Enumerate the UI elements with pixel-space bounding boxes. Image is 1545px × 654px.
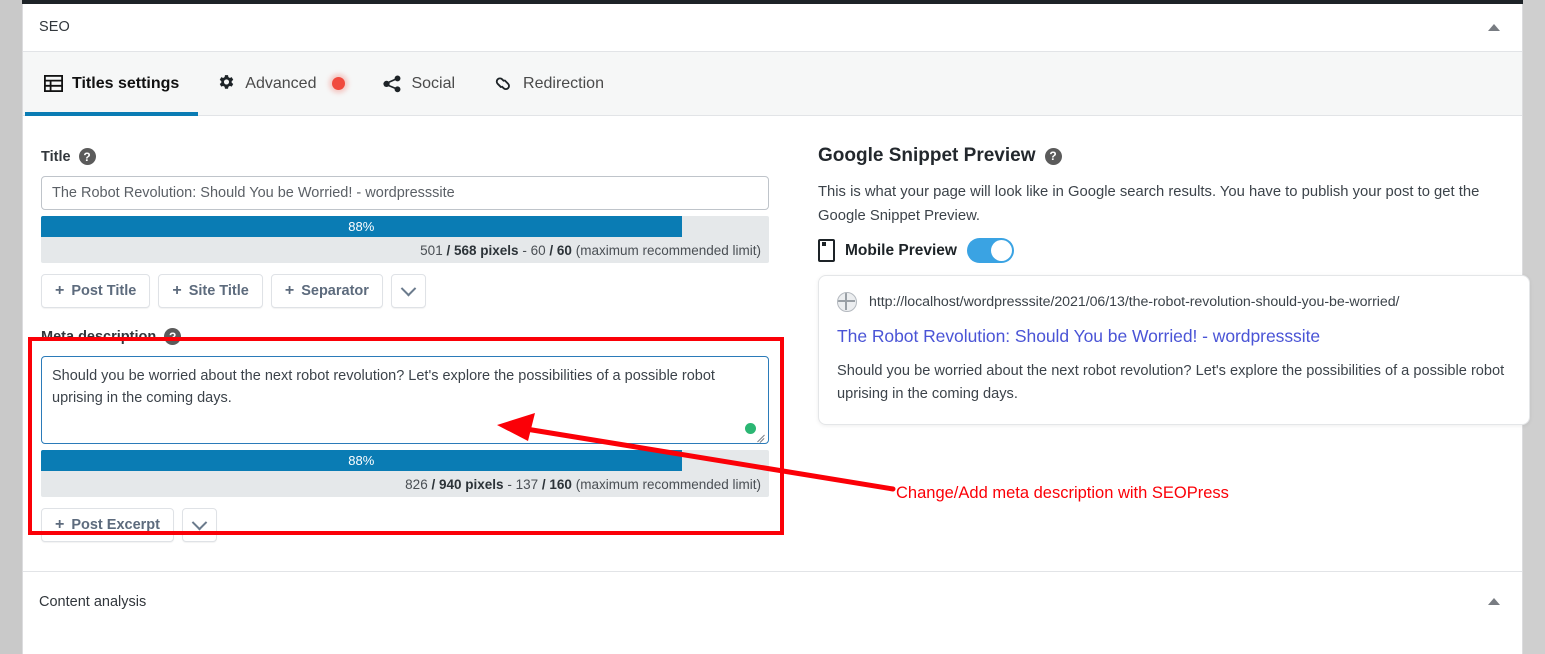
seo-metabox-panel: SEO Titles settings Advanced Social Redi… xyxy=(22,4,1530,654)
metabox-body: Title ? 88% 501 / 568 pixels - 60 xyxy=(23,116,1530,571)
more-meta-tags-button[interactable] xyxy=(182,508,217,542)
snippet-description: Should you be worried about the next rob… xyxy=(837,363,1505,402)
title-meter-counts: 501 / 568 pixels - 60 / 60 (maximum reco… xyxy=(420,242,761,258)
meta-length-status-dot xyxy=(745,423,756,434)
page-gutter-left xyxy=(0,0,22,654)
google-snippet-card: http://localhost/wordpresssite/2021/06/1… xyxy=(818,275,1530,425)
notification-badge-dot xyxy=(332,77,346,90)
title-field-group: Title ? 88% 501 / 568 pixels - 60 xyxy=(41,148,769,308)
meta-description-textarea[interactable]: Should you be worried about the next rob… xyxy=(41,356,769,444)
meta-description-field-group: Meta description ? Should you be worried… xyxy=(41,328,769,542)
plus-icon: + xyxy=(172,282,182,299)
fields-column: Title ? 88% 501 / 568 pixels - 60 xyxy=(23,116,813,571)
chevron-down-icon xyxy=(400,280,417,296)
screenshot-root: SEO Titles settings Advanced Social Redi… xyxy=(0,0,1545,654)
globe-icon xyxy=(837,292,857,312)
panel-header: SEO xyxy=(23,4,1522,52)
insert-post-title-button[interactable]: + Post Title xyxy=(41,274,151,308)
tab-social[interactable]: Social xyxy=(364,52,474,115)
toggle-knob xyxy=(990,240,1012,261)
title-input[interactable] xyxy=(41,176,769,210)
title-meter-fill: 88% xyxy=(41,216,682,237)
page-title: SEO xyxy=(39,19,70,35)
snippet-preview-description: This is what your page will look like in… xyxy=(818,184,1480,224)
mobile-preview-label: Mobile Preview xyxy=(845,241,957,259)
tab-bar: Titles settings Advanced Social Redirect… xyxy=(23,52,1522,116)
question-mark-icon[interactable]: ? xyxy=(1044,147,1062,165)
meta-description-field-label: Meta description ? xyxy=(41,328,769,345)
snippet-url: http://localhost/wordpresssite/2021/06/1… xyxy=(869,294,1400,310)
plus-icon: + xyxy=(55,282,65,299)
content-analysis-section: Content analysis xyxy=(23,571,1522,634)
chevron-down-icon xyxy=(191,514,208,530)
insert-separator-button[interactable]: + Separator xyxy=(270,274,383,308)
table-grid-icon xyxy=(44,75,63,92)
snippet-preview-heading: Google Snippet Preview ? xyxy=(818,145,1062,167)
title-tag-buttons: + Post Title + Site Title + Separator xyxy=(41,274,769,308)
insert-post-excerpt-button[interactable]: + Post Excerpt xyxy=(41,508,174,542)
plus-icon: + xyxy=(284,282,295,299)
insert-site-title-button[interactable]: + Site Title xyxy=(158,274,263,308)
meta-length-meter: 88% 826 / 940 pixels - 137 / 160 (maximu… xyxy=(41,450,769,497)
meta-meter-counts: 826 / 940 pixels - 137 / 160 (maximum re… xyxy=(405,476,761,492)
mobile-preview-toggle[interactable] xyxy=(966,238,1014,263)
tab-label: Social xyxy=(411,74,456,92)
snippet-url-row: http://localhost/wordpresssite/2021/06/1… xyxy=(837,292,1511,312)
tab-label: Advanced xyxy=(245,74,317,92)
meta-meter-fill: 88% xyxy=(41,450,682,471)
tab-label: Titles settings xyxy=(72,74,180,92)
annotation-label: Change/Add meta description with SEOPres… xyxy=(896,484,1229,502)
share-nodes-icon xyxy=(383,74,402,93)
tab-titles-settings[interactable]: Titles settings xyxy=(25,52,199,116)
snippet-preview-heading-row: Google Snippet Preview ? xyxy=(818,145,1062,167)
title-field-label: Title ? xyxy=(41,148,769,165)
link-chain-icon xyxy=(493,75,514,93)
meta-meter-percent: 88% xyxy=(348,453,375,468)
plus-icon: + xyxy=(55,516,65,533)
gear-icon xyxy=(217,74,236,93)
triangle-up-icon[interactable] xyxy=(1488,598,1500,605)
question-mark-icon[interactable]: ? xyxy=(164,328,182,345)
tab-advanced[interactable]: Advanced xyxy=(198,52,364,115)
tab-label: Redirection xyxy=(523,74,604,92)
mobile-phone-icon xyxy=(818,239,835,262)
triangle-up-icon[interactable] xyxy=(1488,24,1500,31)
more-title-tags-button[interactable] xyxy=(390,274,426,308)
question-mark-icon[interactable]: ? xyxy=(78,148,96,165)
tab-redirection[interactable]: Redirection xyxy=(474,52,623,115)
meta-tag-buttons: + Post Excerpt xyxy=(41,508,769,542)
snippet-title-link[interactable]: The Robot Revolution: Should You be Worr… xyxy=(837,326,1511,347)
content-analysis-title: Content analysis xyxy=(39,594,147,610)
title-meter-percent: 88% xyxy=(348,219,375,234)
mobile-preview-row: Mobile Preview xyxy=(818,238,1014,263)
title-length-meter: 88% 501 / 568 pixels - 60 / 60 (maximum … xyxy=(41,216,769,263)
